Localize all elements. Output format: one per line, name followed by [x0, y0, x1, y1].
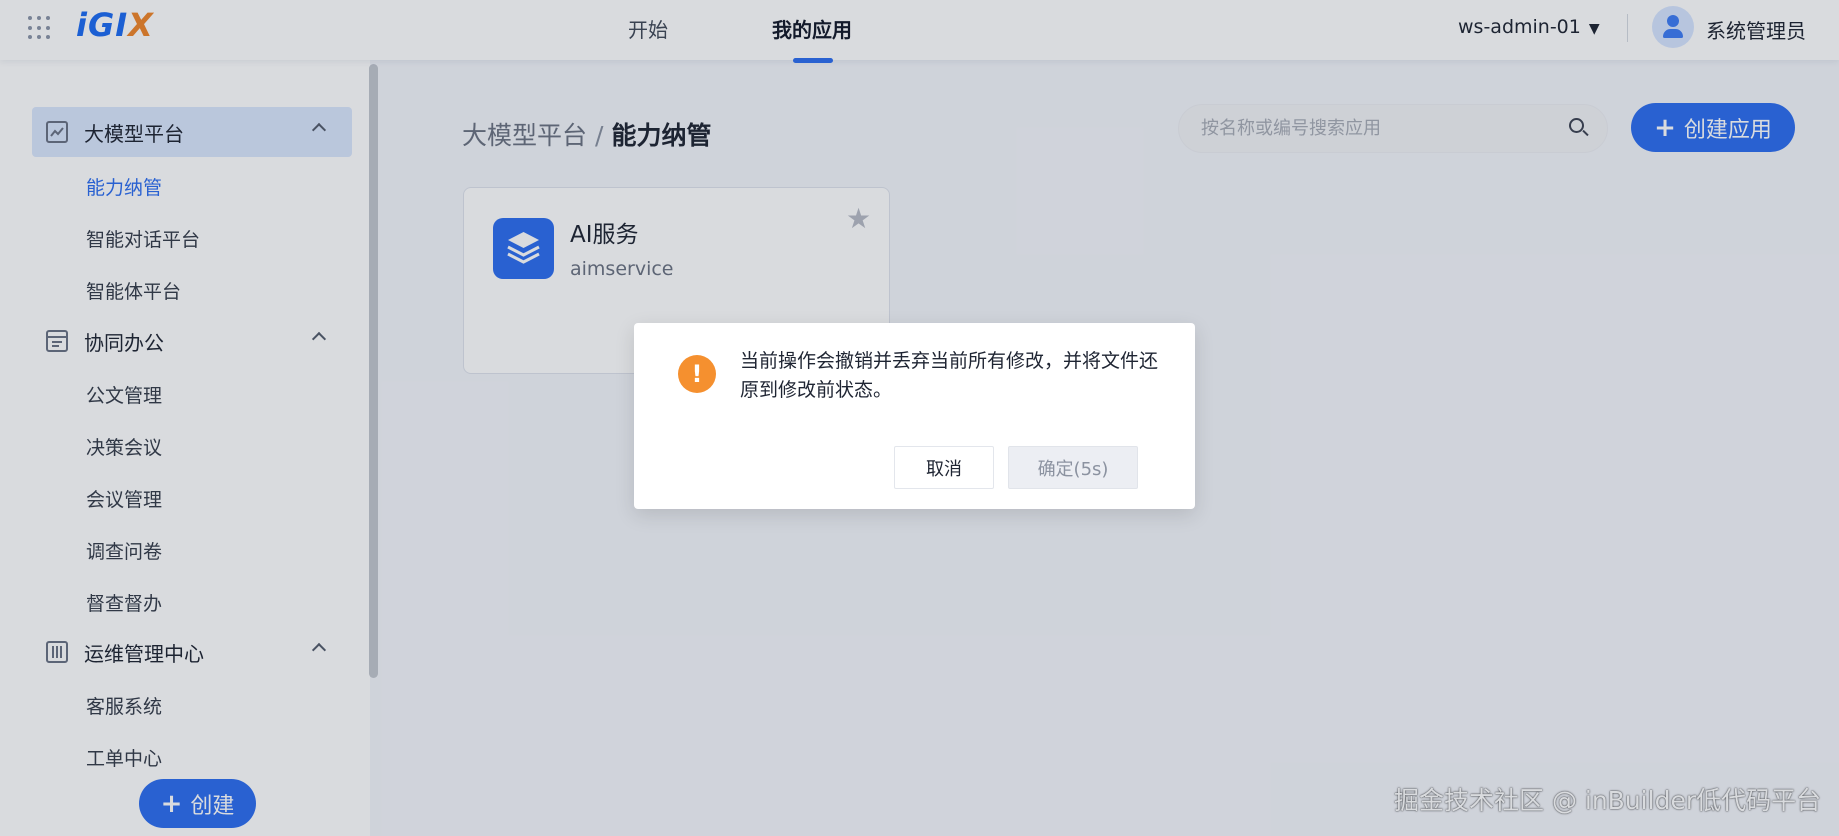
dialog-message: 当前操作会撤销并丢弃当前所有修改，并将文件还原到修改前状态。: [740, 350, 1159, 401]
confirm-button[interactable]: 确定(5s): [1008, 446, 1138, 489]
cancel-button[interactable]: 取消: [894, 446, 994, 489]
warning-icon: !: [678, 355, 716, 393]
confirm-dialog: ! 当前操作会撤销并丢弃当前所有修改，并将文件还原到修改前状态。 取消 确定(5…: [634, 323, 1195, 509]
